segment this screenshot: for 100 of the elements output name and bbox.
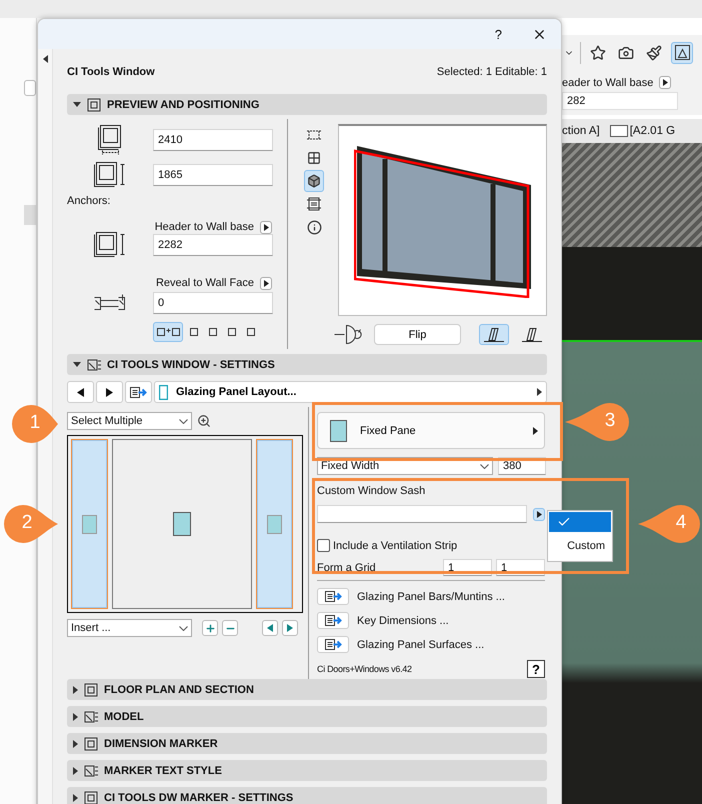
view-mode-button[interactable] [304, 170, 324, 192]
chevron-down-icon [179, 626, 188, 630]
play-arrow-icon [537, 388, 542, 396]
handing-button[interactable] [479, 324, 509, 345]
help-button[interactable]: ? [527, 660, 545, 678]
callout-badge: 1 [10, 403, 60, 445]
section-title: MODEL [104, 710, 144, 722]
section-header[interactable]: FLOOR PLAN AND SECTION [67, 679, 547, 700]
document-arrow-icon [324, 639, 342, 650]
layout-view-icon [674, 45, 690, 60]
cube-icon [307, 174, 321, 188]
handing-icon [484, 328, 504, 342]
section-icon [84, 682, 98, 696]
anchor-mode-icon [228, 328, 236, 336]
section-title: PREVIEW AND POSITIONING [107, 98, 260, 110]
version-label: Ci Doors+Windows v6.42 [317, 664, 412, 674]
anchor-mode-icon [156, 328, 180, 336]
anchors-label: Anchors: [67, 195, 110, 207]
section-title: FLOOR PLAN AND SECTION [104, 684, 254, 696]
help-button[interactable]: ? [494, 26, 502, 42]
section-view-icon [307, 197, 321, 211]
callout-badge: 2 [2, 503, 60, 545]
section-title: MARKER TEXT STYLE [104, 764, 222, 776]
header-field[interactable]: 2282 [153, 234, 273, 256]
open-page-button[interactable] [317, 612, 349, 629]
sash-field[interactable] [317, 505, 527, 523]
section-header[interactable]: CI TOOLS DW MARKER - SETTINGS [67, 787, 547, 804]
add-button[interactable] [202, 620, 218, 636]
selection-info: Selected: 1 Editable: 1 [436, 66, 547, 78]
document-arrow-icon [130, 386, 147, 398]
collapse-icon [73, 102, 81, 107]
layout-icon [610, 125, 628, 137]
grid-label: Form a Grid [317, 562, 377, 574]
page-link-label: Glazing Panel Bars/Muntins ... [357, 590, 505, 602]
page-link-label: Key Dimensions ... [357, 614, 449, 626]
width-field[interactable]: 2410 [153, 129, 273, 151]
panel-toggle-button[interactable] [24, 80, 36, 96]
remove-button[interactable] [222, 620, 238, 636]
grid-icon [307, 151, 321, 165]
section-header[interactable]: MODEL [67, 706, 547, 727]
section-header[interactable]: PREVIEW AND POSITIONING [67, 94, 547, 115]
left-arrow-icon [77, 388, 84, 396]
right-arrow-icon [106, 388, 113, 396]
move-right-button[interactable] [282, 620, 298, 636]
pane-type-button[interactable]: Fixed Pane [317, 412, 545, 449]
document-arrow-icon [324, 591, 342, 602]
open-page-button[interactable] [317, 588, 349, 605]
view-tab[interactable]: [A2.01 G [630, 125, 676, 137]
play-arrow-icon [533, 426, 538, 434]
ventilation-checkbox[interactable] [317, 539, 330, 552]
open-page-button[interactable] [317, 636, 349, 653]
section-header[interactable]: CI TOOLS WINDOW - SETTINGS [67, 354, 547, 375]
anchor-menu-button[interactable] [260, 276, 272, 290]
section-icon [84, 710, 98, 724]
star-icon [590, 44, 606, 60]
sash-label: Custom Window Sash [317, 485, 426, 497]
toolbar-tool[interactable] [671, 42, 693, 64]
section-icon [84, 790, 98, 804]
plus-icon [204, 622, 216, 634]
callout-badge: 4 [636, 503, 702, 545]
anchor-mode-button[interactable] [153, 322, 183, 342]
section-icon [84, 764, 98, 778]
expand-icon [73, 686, 78, 694]
reveal-icon [94, 294, 126, 312]
select-mode-dropdown[interactable]: Select Multiple [67, 412, 192, 430]
next-page-button[interactable] [96, 381, 123, 403]
window-dimension-icon [98, 125, 122, 155]
section-header[interactable]: DIMENSION MARKER [67, 733, 547, 754]
callout-badge: 3 [563, 401, 631, 443]
chevron-down-icon [179, 418, 188, 424]
section-title: CI TOOLS WINDOW - SETTINGS [107, 358, 275, 370]
section-icon [87, 98, 101, 112]
reveal-field[interactable]: 0 [153, 292, 273, 314]
flip-button[interactable]: Flip [374, 324, 461, 345]
anchor-label: eader to Wall base [562, 76, 654, 88]
page-selector[interactable]: Glazing Panel Layout... [154, 381, 547, 403]
expand-icon [73, 712, 78, 720]
section-header[interactable]: MARKER TEXT STYLE [67, 760, 547, 781]
zoom-icon[interactable] [197, 414, 211, 428]
window-dimension-icon [94, 232, 126, 258]
anchor-mode-icon [209, 328, 217, 336]
info-icon [306, 220, 322, 234]
page-list-button[interactable] [125, 381, 152, 403]
height-field[interactable]: 1865 [153, 164, 273, 186]
collapse-panel-icon [42, 55, 48, 63]
expand-icon [73, 740, 78, 748]
anchor-menu-button[interactable] [260, 220, 272, 234]
plan-view-icon [307, 130, 321, 140]
window-dimension-icon [94, 162, 126, 188]
sash-menu-button[interactable] [533, 508, 545, 520]
previous-page-button[interactable] [67, 381, 94, 403]
brush-icon [646, 44, 662, 60]
view-tab[interactable]: ction A] [562, 125, 600, 137]
anchor-field[interactable]: 282 [562, 92, 678, 110]
anchor-menu-button[interactable] [659, 76, 672, 89]
right-arrow-icon [287, 624, 293, 632]
move-left-button[interactable] [262, 620, 278, 636]
glazing-pane[interactable] [112, 439, 252, 609]
insert-dropdown[interactable]: Insert ... [67, 619, 192, 637]
section-icon [84, 736, 98, 750]
